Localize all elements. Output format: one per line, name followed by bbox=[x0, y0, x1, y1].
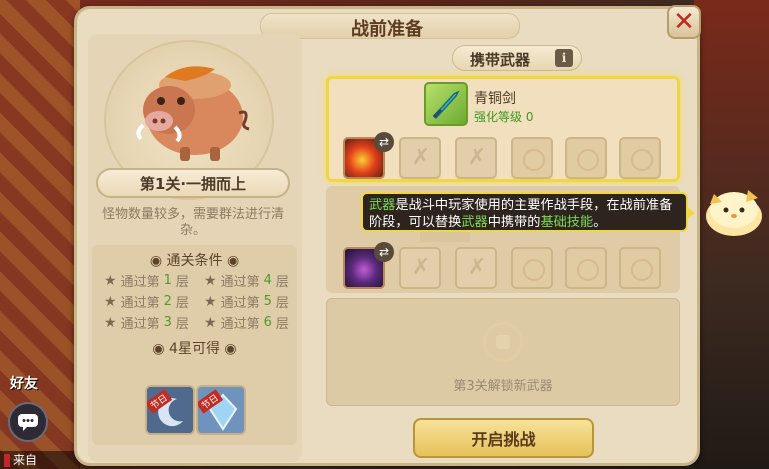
empty-skill-slot: ✗ bbox=[455, 137, 497, 179]
condition-suffix: 层 bbox=[175, 275, 189, 290]
weapon-name: 青铜剑 bbox=[474, 91, 516, 107]
condition-item: ★ 通过第 3 层 bbox=[104, 313, 194, 333]
friends-label[interactable]: 好友 bbox=[10, 373, 38, 393]
tooltip-text: 中携带的 bbox=[487, 215, 541, 230]
boar-boss-icon bbox=[136, 66, 250, 161]
condition-text: 通过第 bbox=[120, 317, 160, 332]
locked-skill-slot bbox=[511, 247, 553, 289]
chat-text: 来自 bbox=[13, 453, 38, 467]
condition-suffix: 层 bbox=[275, 296, 289, 311]
empty-slot-icon: ✗ bbox=[411, 145, 431, 170]
lock-icon bbox=[483, 322, 523, 362]
star-icon: ★ bbox=[204, 314, 217, 331]
condition-number: 3 bbox=[163, 315, 172, 330]
conditions-title: ◉ 通关条件 ◉ bbox=[149, 253, 240, 269]
tooltip-keyword: 基础技能 bbox=[540, 215, 594, 230]
condition-text: 通过第 bbox=[220, 317, 260, 332]
empty-skill-slot: ✗ bbox=[455, 247, 497, 289]
stage-name-banner: 第1关·一拥而上 bbox=[96, 168, 290, 198]
reward-item-moon[interactable]: 节日 bbox=[145, 385, 195, 435]
swap-icon[interactable]: ⇄ bbox=[374, 132, 394, 152]
swap-icon[interactable]: ⇄ bbox=[374, 242, 394, 262]
condition-item: ★ 通过第 6 层 bbox=[204, 313, 294, 333]
empty-skill-slot: ✗ bbox=[399, 137, 441, 179]
close-button[interactable]: ✕ bbox=[667, 5, 701, 39]
empty-slot-icon: ✗ bbox=[467, 145, 487, 170]
condition-number: 1 bbox=[163, 273, 172, 288]
chick-mascot-icon bbox=[706, 190, 762, 236]
star-icon: ★ bbox=[104, 293, 117, 310]
tooltip-text: 。 bbox=[593, 215, 607, 230]
condition-number: 5 bbox=[263, 294, 272, 309]
weapon-level: 强化等级 0 bbox=[474, 108, 533, 125]
reward-item-gem[interactable]: 节日 bbox=[196, 385, 246, 435]
locked-skill-slot bbox=[565, 247, 607, 289]
weapon-level-label: 强化等级 bbox=[474, 110, 523, 124]
condition-number: 4 bbox=[263, 273, 272, 288]
chat-strip[interactable]: 来自 bbox=[0, 451, 80, 469]
star-icon: ★ bbox=[204, 293, 217, 310]
unlock-hint: 第3关解锁新武器 bbox=[453, 379, 553, 394]
condition-suffix: 层 bbox=[275, 275, 289, 290]
conditions-list: ★ 通过第 1 层 ★ 通过第 4 层 ★ 通过第 2 层 ★ 通过第 5 层 ★ 通过第 3 层 ★ 通过第 6… bbox=[104, 271, 294, 333]
tooltip-keyword: 武器 bbox=[461, 215, 488, 230]
stage-name: 第1关·一拥而上 bbox=[139, 174, 247, 193]
empty-skill-slot: ✗ bbox=[399, 247, 441, 289]
close-icon: ✕ bbox=[673, 7, 695, 37]
condition-item: ★ 通过第 2 层 bbox=[104, 292, 194, 312]
condition-suffix: 层 bbox=[175, 296, 189, 311]
info-icon[interactable]: i bbox=[555, 49, 573, 67]
star-icon: ★ bbox=[104, 314, 117, 331]
locked-skill-slot bbox=[619, 247, 661, 289]
condition-text: 通过第 bbox=[120, 296, 160, 311]
star-reward-text: 4星可得 bbox=[169, 341, 220, 357]
condition-suffix: 层 bbox=[175, 317, 189, 332]
background-left-scenery bbox=[0, 0, 80, 469]
condition-text: 通过第 bbox=[220, 296, 260, 311]
locked-skill-slot bbox=[619, 137, 661, 179]
condition-text: 通过第 bbox=[120, 275, 160, 290]
condition-number: 2 bbox=[163, 294, 172, 309]
condition-item: ★ 通过第 5 层 bbox=[204, 292, 294, 312]
start-challenge-label: 开启挑战 bbox=[471, 430, 536, 449]
condition-suffix: 层 bbox=[275, 317, 289, 332]
empty-slot-icon: ✗ bbox=[411, 255, 431, 280]
condition-item: ★ 通过第 4 层 bbox=[204, 271, 294, 291]
chat-bubble-icon[interactable] bbox=[8, 402, 48, 442]
empty-slot-icon: ✗ bbox=[467, 255, 487, 280]
condition-text: 通过第 bbox=[220, 275, 260, 290]
locked-skill-slot bbox=[511, 137, 553, 179]
conditions-title-text: 通关条件 bbox=[166, 253, 223, 269]
condition-item: ★ 通过第 1 层 bbox=[104, 271, 194, 291]
star-icon: ★ bbox=[204, 272, 217, 289]
locked-skill-slot bbox=[565, 137, 607, 179]
start-challenge-button[interactable]: 开启挑战 bbox=[413, 418, 594, 458]
chat-tag bbox=[4, 454, 10, 467]
condition-number: 6 bbox=[263, 315, 272, 330]
star-reward-title: ◉ 4星可得 ◉ bbox=[152, 341, 237, 357]
weapon-tooltip: 武器是战斗中玩家使用的主要作战手段，在战前准备阶段，可以替换武器中携带的基础技能… bbox=[361, 192, 688, 232]
tooltip-keyword: 武器 bbox=[369, 198, 396, 213]
tooltip-arrow bbox=[686, 206, 695, 220]
weapons-title: 携带武器 bbox=[470, 51, 531, 69]
stage-description: 怪物数量较多，需要群法进行清杂。 bbox=[101, 207, 284, 238]
weapon-level-value: 0 bbox=[525, 110, 534, 124]
star-icon: ★ bbox=[104, 272, 117, 289]
bronze-sword-icon[interactable] bbox=[424, 82, 468, 126]
